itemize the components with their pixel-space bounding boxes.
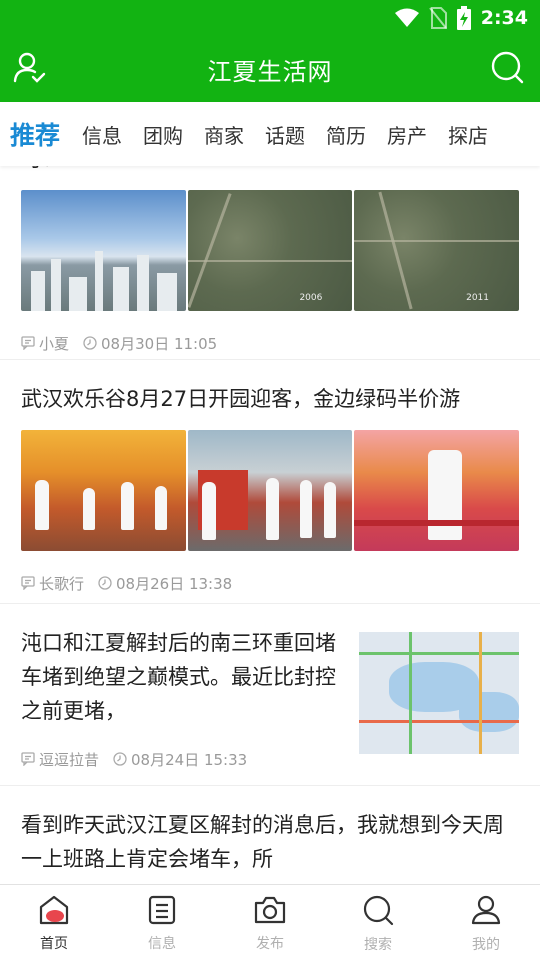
- comment-icon: [21, 576, 35, 590]
- battery-charging-icon: [456, 6, 471, 30]
- nav-label: 搜索: [364, 936, 392, 953]
- comment-icon: [21, 336, 35, 350]
- post-thumbnail[interactable]: [359, 632, 519, 754]
- search-button[interactable]: [488, 50, 526, 88]
- post-title: 可：: [21, 166, 519, 176]
- post-image[interactable]: [21, 190, 186, 311]
- search-icon: [490, 50, 524, 88]
- clock-icon: [83, 336, 97, 350]
- post-image[interactable]: [354, 430, 520, 551]
- nav-label: 首页: [40, 935, 68, 952]
- page-title: 江夏生活网: [207, 57, 333, 86]
- tab-merchants[interactable]: 商家: [204, 120, 244, 149]
- no-sim-icon: [428, 7, 447, 29]
- post-meta: 小夏 08月30日 11:05: [21, 311, 519, 361]
- tab-topics[interactable]: 话题: [265, 120, 305, 149]
- profile-icon: [470, 894, 502, 930]
- post-image[interactable]: [187, 430, 353, 551]
- nav-label: 发布: [256, 935, 284, 952]
- list-item[interactable]: 看到昨天武汉江夏区解封的消息后，我就想到今天周一上班路上肯定会堵车，所: [0, 786, 540, 884]
- post-images: [21, 430, 520, 551]
- post-author: 逗逗拉昔: [39, 750, 100, 769]
- post-title: 沌口和江夏解封后的南三环重回堵车堵到绝望之巅模式。最近比封控之前更堵，: [21, 631, 336, 723]
- document-icon: [147, 895, 177, 929]
- nav-home[interactable]: 首页: [0, 885, 108, 960]
- list-item[interactable]: 可： 2006: [0, 166, 540, 360]
- nav-search[interactable]: 搜索: [324, 885, 432, 960]
- post-images: 2006 2011: [21, 190, 520, 311]
- home-icon: [38, 895, 70, 929]
- comment-icon: [21, 752, 35, 766]
- post-author: 小夏: [39, 334, 70, 353]
- post-title: 看到昨天武汉江夏区解封的消息后，我就想到今天周一上班路上肯定会堵车，所: [21, 813, 504, 871]
- tab-group-buy[interactable]: 团购: [143, 120, 183, 149]
- list-item[interactable]: 武汉欢乐谷8月27日开园迎客，金边绿码半价游 长歌行 08月26日 13:38: [0, 360, 540, 604]
- nav-info[interactable]: 信息: [108, 885, 216, 960]
- clock-icon: [98, 576, 112, 590]
- tab-recommend[interactable]: 推荐: [10, 116, 60, 152]
- post-author: 长歌行: [39, 574, 85, 593]
- bottom-navigation: 首页 信息 发布 搜索 我的: [0, 884, 540, 960]
- post-image[interactable]: [21, 430, 186, 551]
- nav-profile[interactable]: 我的: [432, 885, 540, 960]
- post-title: 武汉欢乐谷8月27日开园迎客，金边绿码半价游: [21, 387, 461, 411]
- post-time: 08月30日 11:05: [101, 334, 218, 353]
- nav-label: 我的: [472, 936, 500, 953]
- status-bar: 2:34: [0, 0, 540, 36]
- nav-label: 信息: [148, 935, 176, 952]
- user-icon: [12, 50, 46, 88]
- post-time: 08月24日 15:33: [131, 750, 248, 769]
- clock: 2:34: [480, 7, 528, 29]
- tab-explore-shops[interactable]: 探店: [448, 120, 488, 149]
- news-feed[interactable]: 可： 2006: [0, 166, 540, 884]
- clock-icon: [113, 752, 127, 766]
- search-icon: [362, 894, 394, 930]
- app-header: 江夏生活网: [0, 36, 540, 102]
- user-button[interactable]: [10, 50, 48, 88]
- image-year-label: 2006: [299, 293, 323, 303]
- post-meta: 逗逗拉昔 08月24日 15:33: [21, 728, 339, 778]
- camera-icon: [253, 895, 287, 929]
- category-tabs: 推荐 信息 团购 商家 话题 简历 房产 探店: [0, 102, 540, 166]
- image-year-label: 2011: [466, 293, 490, 303]
- tab-real-estate[interactable]: 房产: [387, 120, 427, 149]
- post-meta: 长歌行 08月26日 13:38: [21, 551, 519, 601]
- tab-info[interactable]: 信息: [82, 120, 122, 149]
- wifi-icon: [394, 8, 419, 28]
- list-item[interactable]: 沌口和江夏解封后的南三环重回堵车堵到绝望之巅模式。最近比封控之前更堵， 逗逗拉昔…: [0, 604, 540, 786]
- tab-resume[interactable]: 简历: [326, 120, 366, 149]
- nav-publish[interactable]: 发布: [216, 885, 324, 960]
- post-image[interactable]: 2006: [187, 190, 353, 311]
- post-image[interactable]: 2011: [354, 190, 520, 311]
- post-time: 08月26日 13:38: [116, 574, 233, 593]
